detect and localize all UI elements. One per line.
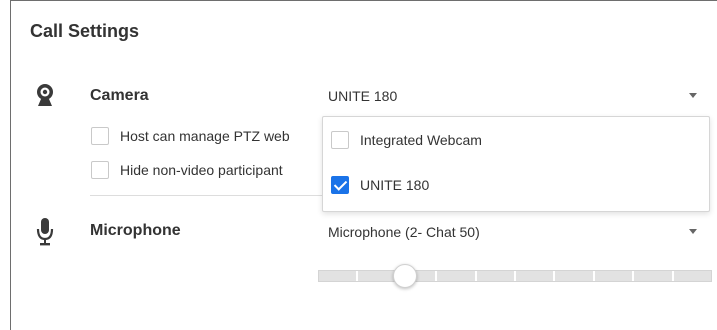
- webcam-icon: [34, 83, 56, 112]
- host-ptz-label: Host can manage PTZ web: [120, 128, 290, 144]
- microphone-label: Microphone: [90, 222, 181, 239]
- unite-180-checkbox[interactable]: [331, 176, 349, 194]
- host-ptz-checkbox[interactable]: [91, 127, 109, 145]
- page-title: Call Settings: [30, 21, 140, 41]
- microphone-selected-value: Microphone (2- Chat 50): [328, 224, 480, 240]
- microphone-icon: [36, 218, 54, 251]
- slider-segment: [634, 271, 674, 281]
- chevron-down-icon[interactable]: [689, 93, 697, 98]
- slider-segment: [673, 271, 712, 281]
- integrated-webcam-label: Integrated Webcam: [360, 132, 482, 148]
- dropdown-item-integrated-webcam[interactable]: Integrated Webcam: [331, 131, 482, 149]
- dropdown-item-unite-180[interactable]: UNITE 180: [331, 176, 429, 194]
- camera-selected-value: UNITE 180: [328, 88, 398, 104]
- slider-thumb[interactable]: [392, 264, 417, 288]
- hide-non-video-label: Hide non-video participant: [120, 162, 283, 178]
- microphone-level-slider[interactable]: [318, 270, 712, 282]
- divider: [90, 195, 322, 196]
- slider-segment: [358, 271, 398, 281]
- camera-label: Camera: [90, 87, 149, 104]
- integrated-webcam-checkbox[interactable]: [331, 131, 349, 149]
- slider-segment: [319, 271, 359, 281]
- slider-segment: [516, 271, 556, 281]
- slider-segment: [594, 271, 635, 281]
- slider-segment: [476, 271, 517, 281]
- hide-non-video-checkbox[interactable]: [91, 161, 109, 179]
- option-hide-non-video[interactable]: Hide non-video participant: [91, 161, 283, 179]
- unite-180-label: UNITE 180: [360, 177, 430, 193]
- slider-segment: [555, 271, 595, 281]
- camera-dropdown-menu: Integrated Webcam UNITE 180: [322, 116, 710, 212]
- chevron-down-icon[interactable]: [689, 229, 697, 234]
- slider-segment: [437, 271, 477, 281]
- option-host-ptz[interactable]: Host can manage PTZ web: [91, 127, 290, 145]
